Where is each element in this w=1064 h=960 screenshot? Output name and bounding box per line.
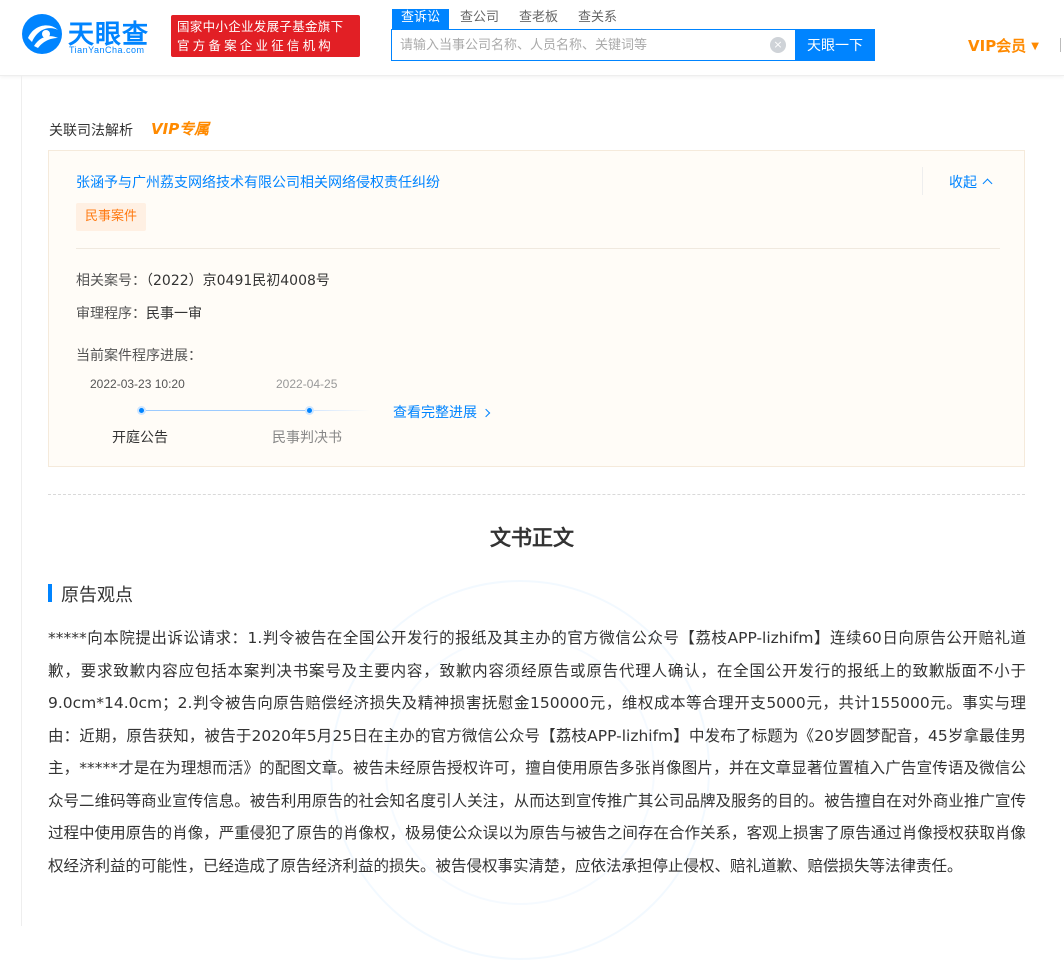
tab-litigation[interactable]: 查诉讼	[392, 9, 450, 29]
collapse-label: 收起	[949, 175, 977, 191]
progress-label: 当前案件程序进展：	[76, 348, 202, 364]
case-progress-timeline: 2022-03-23 10:20 2022-04-25 开庭公告 民事判决书 查…	[76, 373, 536, 453]
top-header: 天眼查 TianYanCha.com 国家中小企业发展子基金旗下 官方备案企业征…	[0, 0, 1064, 76]
site-logo[interactable]: 天眼查 TianYanCha.com	[20, 12, 162, 58]
content-left-border	[21, 76, 22, 926]
case-number-label: 相关案号：	[76, 273, 146, 289]
header-divider	[1060, 38, 1061, 52]
certification-badge: 国家中小企业发展子基金旗下 官方备案企业征信机构	[171, 15, 360, 57]
timeline-date: 2022-04-25	[276, 377, 338, 391]
logo-eye-icon	[22, 14, 62, 54]
divider	[76, 248, 1000, 249]
procedure-label: 审理程序：	[76, 306, 146, 322]
search-input[interactable]	[392, 30, 762, 60]
tab-company[interactable]: 查公司	[451, 9, 508, 29]
timeline-dot	[305, 406, 314, 415]
procedure-value: 民事一审	[146, 306, 202, 322]
timeline-label: 民事判决书	[272, 430, 342, 446]
case-card: 张涵予与广州荔支网络技术有限公司相关网络侵权责任纠纷 收起 民事案件 相关案号：…	[48, 150, 1025, 467]
badge-line-1: 国家中小企业发展子基金旗下	[177, 19, 344, 34]
procedure-row: 审理程序：民事一审	[76, 303, 202, 323]
vip-member-menu[interactable]: VIP会员 ▼	[968, 35, 1039, 56]
section-title: 关联司法解析	[49, 123, 133, 139]
timeline-date: 2022-03-23 10:20	[90, 377, 185, 391]
case-type-tag: 民事案件	[76, 203, 147, 231]
plaintiff-view-title: 原告观点	[61, 585, 133, 606]
chevron-up-icon	[982, 178, 993, 189]
view-full-progress-link[interactable]: 查看完整进展	[393, 402, 491, 422]
view-full-progress-label: 查看完整进展	[393, 405, 477, 421]
vip-exclusive-tag: VIP专属	[151, 120, 210, 138]
badge-line-2: 官方备案企业征信机构	[177, 38, 335, 53]
search-box: ×	[391, 29, 796, 61]
case-title-link[interactable]: 张涵予与广州荔支网络技术有限公司相关网络侵权责任纠纷	[76, 172, 440, 192]
logo-domain: TianYanCha.com	[69, 45, 145, 55]
section-marker	[48, 584, 52, 602]
case-number-row: 相关案号：（2022）京0491民初4008号	[76, 270, 330, 290]
collapse-button[interactable]: 收起	[949, 172, 993, 192]
case-number-value: （2022）京0491民初4008号	[146, 273, 330, 289]
document-body-text: *****向本院提出诉讼请求：1.判令被告在全国公开发行的报纸及其主办的官方微信…	[48, 629, 1026, 875]
dashed-divider	[48, 494, 1025, 495]
search-button[interactable]: 天眼一下	[795, 29, 875, 61]
clear-icon[interactable]: ×	[770, 37, 786, 53]
timeline-dot	[137, 406, 146, 415]
timeline-line	[310, 410, 370, 411]
search-tabs: 查诉讼 查公司 查老板 查关系	[392, 9, 628, 29]
tab-relation[interactable]: 查关系	[569, 9, 626, 29]
caret-down-icon: ▼	[1031, 41, 1039, 52]
chevron-right-icon	[481, 408, 491, 418]
divider	[922, 167, 923, 195]
document-title: 文书正文	[490, 526, 574, 550]
timeline-label: 开庭公告	[112, 430, 168, 446]
vip-menu-label: VIP会员	[968, 37, 1027, 55]
tab-boss[interactable]: 查老板	[510, 9, 567, 29]
timeline-line	[142, 410, 310, 411]
